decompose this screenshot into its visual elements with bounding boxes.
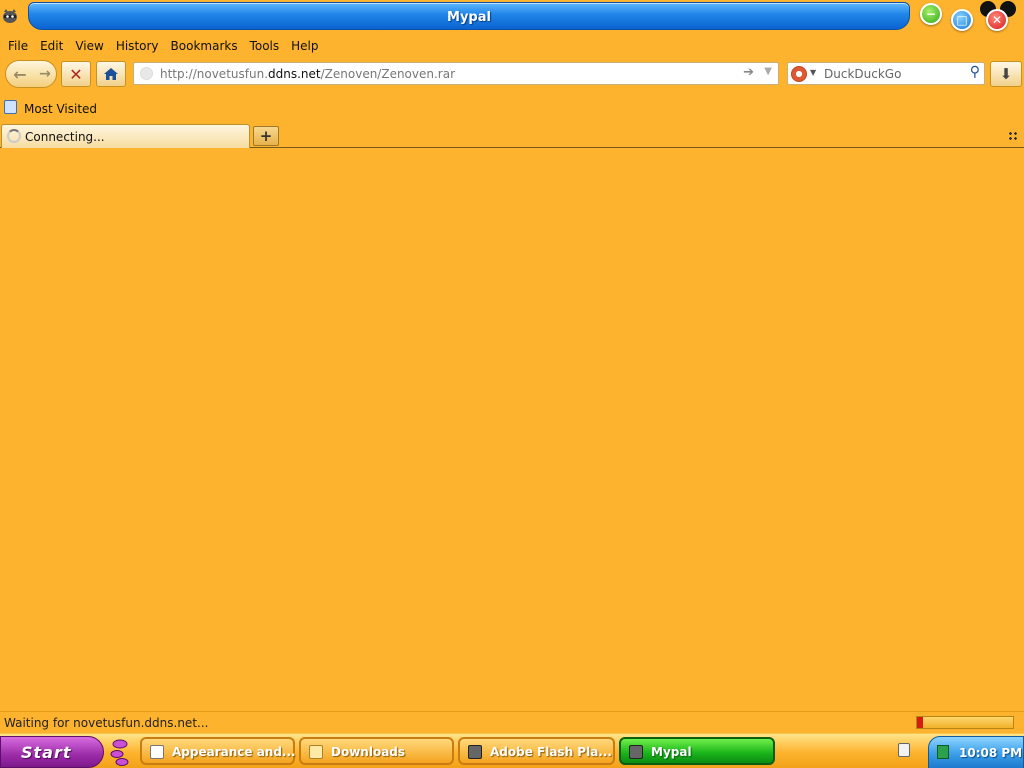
url-prefix: http://novetusfun. — [160, 67, 269, 81]
tab-label: Connecting... — [25, 130, 105, 144]
paint-splash-icon — [110, 739, 129, 766]
search-icon[interactable]: ⚲ — [970, 64, 980, 80]
forward-arrow-icon: → — [39, 66, 51, 82]
progress-fill — [917, 717, 923, 728]
home-button[interactable] — [96, 61, 126, 87]
taskbar: Start Appearance and... Downloads Adobe … — [0, 733, 1024, 768]
back-arrow-icon: ← — [13, 64, 27, 84]
menu-help[interactable]: Help — [285, 36, 324, 56]
back-button[interactable]: ← — [7, 62, 33, 86]
url-dropdown-icon[interactable]: ▼ — [764, 66, 772, 77]
new-tab-button[interactable]: + — [253, 126, 279, 146]
tab-strip: Connecting... + — [0, 122, 1024, 148]
back-forward-group: ← → — [5, 60, 57, 88]
url-path: /Zenoven/Zenoven.rar — [320, 67, 456, 81]
stop-icon: ✕ — [69, 64, 83, 84]
menu-history[interactable]: History — [110, 36, 165, 56]
stop-button[interactable]: ✕ — [61, 61, 91, 87]
bookmark-most-visited[interactable]: Most Visited — [24, 102, 97, 116]
window-title: Mypal — [447, 10, 491, 25]
tab-list-icon[interactable] — [1008, 131, 1018, 141]
menu-file[interactable]: File — [2, 36, 34, 56]
task-mypal[interactable]: Mypal — [619, 737, 775, 765]
clock[interactable]: 10:08 PM — [959, 746, 1022, 760]
maximize-icon: □ — [956, 13, 968, 27]
raccoon-icon — [629, 745, 643, 759]
menu-tools[interactable]: Tools — [244, 36, 286, 56]
duckduckgo-icon[interactable] — [791, 66, 807, 82]
go-arrow-icon[interactable]: ➔ — [743, 65, 754, 80]
task-label: Appearance and... — [172, 745, 296, 759]
status-text: Waiting for novetusfun.ddns.net... — [4, 716, 209, 730]
menu-bar: File Edit View History Bookmarks Tools H… — [0, 36, 1024, 56]
menu-bookmarks[interactable]: Bookmarks — [165, 36, 244, 56]
home-icon — [104, 68, 118, 80]
url-bar[interactable]: http://novetusfun.ddns.net/Zenoven/Zenov… — [133, 62, 779, 85]
minimize-icon: − — [925, 7, 937, 21]
start-label: Start — [21, 743, 72, 762]
url-host: ddns.net — [268, 67, 321, 81]
tab-connecting[interactable]: Connecting... — [1, 124, 250, 148]
network-icon[interactable] — [937, 745, 949, 759]
task-downloads[interactable]: Downloads — [299, 737, 454, 765]
control-panel-icon — [150, 745, 164, 759]
status-bar: Waiting for novetusfun.ddns.net... — [0, 711, 1024, 733]
search-input[interactable]: DuckDuckGo — [824, 67, 901, 81]
title-pill: Mypal — [28, 2, 910, 30]
task-adobe-flash[interactable]: Adobe Flash Pla... — [458, 737, 615, 765]
most-visited-icon[interactable] — [4, 100, 17, 114]
loading-spinner-icon — [7, 129, 21, 143]
task-label: Downloads — [331, 745, 406, 759]
close-icon: ✕ — [991, 13, 1003, 27]
download-arrow-icon: ⬇ — [999, 65, 1013, 83]
bookmarks-toolbar: Most Visited — [0, 98, 1024, 118]
forward-button[interactable]: → — [34, 62, 56, 86]
search-bar[interactable]: ▼ DuckDuckGo ⚲ — [787, 62, 985, 85]
menu-edit[interactable]: Edit — [34, 36, 69, 56]
title-bar[interactable]: Mypal − □ ✕ — [0, 0, 1024, 34]
download-button[interactable]: ⬇ — [990, 61, 1022, 87]
folder-icon — [309, 745, 323, 759]
raccoon-icon[interactable] — [2, 8, 18, 24]
engine-dropdown-icon[interactable]: ▼ — [810, 68, 816, 77]
minimize-button[interactable]: − — [920, 3, 942, 25]
system-tray: 10:08 PM — [928, 736, 1024, 768]
close-button[interactable]: ✕ — [986, 9, 1008, 31]
task-appearance[interactable]: Appearance and... — [140, 737, 296, 765]
navigation-toolbar: ← → ✕ http://novetusfun.ddns.net/Zenoven… — [0, 58, 1024, 90]
page-favicon-icon — [140, 67, 153, 80]
loading-progress-bar — [916, 716, 1014, 729]
menu-view[interactable]: View — [69, 36, 109, 56]
task-label: Adobe Flash Pla... — [490, 745, 612, 759]
start-button[interactable]: Start — [0, 736, 104, 768]
task-label: Mypal — [651, 745, 692, 759]
raccoon-icon — [468, 745, 482, 759]
tray-device-icon[interactable] — [898, 743, 910, 757]
url-text[interactable]: http://novetusfun.ddns.net/Zenoven/Zenov… — [160, 67, 455, 81]
page-content[interactable] — [0, 149, 1024, 710]
maximize-button[interactable]: □ — [951, 9, 973, 31]
